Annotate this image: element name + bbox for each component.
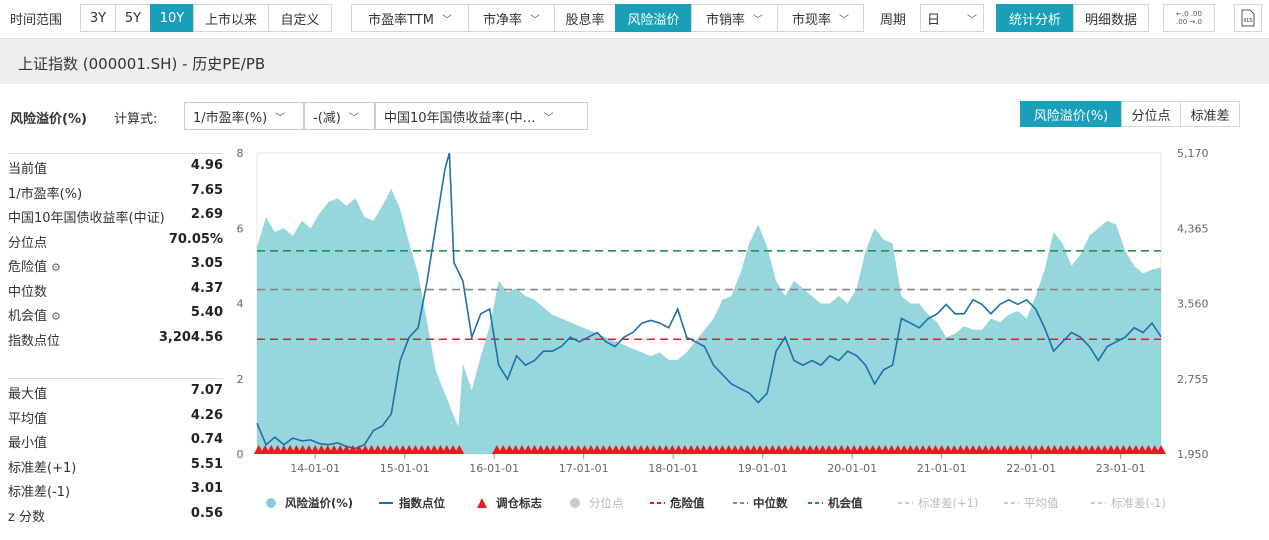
legend-label[interactable]: 调仓标志 (496, 496, 542, 510)
range-label: 时间范围 (10, 13, 63, 28)
mode-stddev-button[interactable]: 标准差 (1180, 101, 1240, 127)
x-tick-label: 18-01-01 (648, 462, 698, 475)
risk-premium-area (257, 188, 1161, 454)
range-10y-button[interactable]: 10Y (150, 4, 194, 32)
chevron-down-icon: ﹀ (348, 112, 359, 124)
svg-text:XLS: XLS (1243, 18, 1252, 24)
formula-label: 计算式: (114, 112, 158, 127)
legend-label[interactable]: 风险溢价(%) (285, 496, 353, 510)
mode-risk-premium-button[interactable]: 风险溢价(%) (1020, 101, 1122, 127)
metric-dividend-button[interactable]: 股息率 (554, 4, 616, 32)
x-tick-label: 15-01-01 (380, 462, 430, 475)
metric-label: 风险溢价(%) (10, 112, 87, 127)
operand2-value: 中国10年国债收益率(中… (384, 110, 536, 126)
operand2-select[interactable]: 中国10年国债收益率(中… ﹀ (375, 102, 588, 130)
chevron-down-icon: ﹀ (543, 112, 554, 124)
excel-export-icon[interactable]: XLS (1234, 4, 1262, 32)
stats-analysis-button[interactable]: 统计分析 (996, 4, 1074, 32)
chevron-down-icon: ﹀ (967, 14, 977, 26)
chevron-down-icon: ﹀ (839, 14, 849, 26)
y-right-tick-label: 1,950 (1177, 448, 1209, 461)
metric-pe-ttm-button[interactable]: 市盈率TTM ﹀ (351, 4, 469, 32)
legend-label[interactable]: 中位数 (753, 496, 788, 510)
metric-ps-button[interactable]: 市销率 ﹀ (691, 4, 778, 32)
period-select[interactable]: 日 ﹀ (920, 4, 984, 32)
range-since-listing-button[interactable]: 上市以来 (193, 4, 269, 32)
x-tick-label: 14-01-01 (290, 462, 340, 475)
legend-label[interactable]: 危险值 (669, 496, 705, 510)
mode-percentile-button[interactable]: 分位点 (1121, 101, 1181, 127)
metric-pcf-label: 市现率 (791, 12, 831, 28)
metric-pcf-button[interactable]: 市现率 ﹀ (777, 4, 864, 32)
page-title: 上证指数 (000001.SH) - 历史PE/PB (18, 55, 266, 73)
x-tick-label: 22-01-01 (1006, 462, 1056, 475)
x-tick-label: 23-01-01 (1096, 462, 1146, 475)
range-button-group: 3Y 5Y 10Y 上市以来 自定义 (80, 4, 332, 32)
legend-marker-circle (266, 498, 276, 508)
toolbar: 时间范围 3Y 5Y 10Y 上市以来 自定义 市盈率TTM ﹀ 市净率 ﹀ 股息率… (0, 0, 1269, 38)
x-tick-label: 21-01-01 (917, 462, 967, 475)
range-3y-button[interactable]: 3Y (80, 4, 116, 32)
metric-pb-button[interactable]: 市净率 ﹀ (468, 4, 555, 32)
y-right-tick-label: 3,560 (1177, 298, 1209, 311)
view-button-group: 统计分析 明细数据 (996, 4, 1149, 32)
legend-label[interactable]: 标准差(+1) (918, 496, 978, 510)
legend-label[interactable]: 指数点位 (399, 496, 445, 510)
x-tick-label: 19-01-01 (738, 462, 788, 475)
y-right-tick-label: 5,170 (1177, 147, 1209, 160)
legend-marker-circle (570, 498, 580, 508)
x-tick-label: 16-01-01 (469, 462, 519, 475)
mode-button-group: 风险溢价(%) 分位点 标准差 (1020, 101, 1240, 127)
period-label: 周期 (880, 13, 907, 28)
x-tick-label: 20-01-01 (827, 462, 877, 475)
y-right-tick-label: 2,755 (1177, 373, 1209, 386)
y-left-tick-label: 2 (237, 373, 244, 386)
chevron-down-icon: ﹀ (530, 14, 540, 26)
range-custom-button[interactable]: 自定义 (268, 4, 332, 32)
y-left-tick-label: 6 (237, 222, 244, 235)
legend-label[interactable]: 标准差(-1) (1111, 496, 1166, 510)
operator-value: -(减) (313, 110, 341, 126)
period-select-group: 日 ﹀ (920, 4, 984, 32)
range-5y-button[interactable]: 5Y (115, 4, 151, 32)
title-bar: 上证指数 (000001.SH) - 历史PE/PB (0, 38, 1269, 84)
excel-file-icon: XLS (1241, 9, 1255, 27)
decimal-toggle-icon[interactable]: ←.0 .00.00 →.0 (1163, 4, 1215, 32)
chevron-down-icon: ﹀ (441, 14, 452, 26)
operand1-value: 1/市盈率(%) (193, 110, 268, 126)
y-right-tick-label: 4,365 (1177, 222, 1209, 235)
legend-marker-triangle (477, 498, 487, 508)
y-left-tick-label: 0 (237, 448, 244, 461)
metric-button-group: 市盈率TTM ﹀ 市净率 ﹀ 股息率 风险溢价 市销率 ﹀ 市现率 ﹀ (351, 4, 864, 32)
metric-pe-ttm-label: 市盈率TTM (368, 12, 434, 28)
x-tick-label: 17-01-01 (559, 462, 609, 475)
detail-data-button[interactable]: 明细数据 (1073, 4, 1149, 32)
legend-label[interactable]: 机会值 (828, 496, 863, 510)
legend-label[interactable]: 平均值 (1024, 496, 1059, 510)
y-left-tick-label: 4 (237, 298, 244, 311)
chevron-down-icon: ﹀ (275, 112, 286, 124)
metric-ps-label: 市销率 (705, 12, 745, 28)
chevron-down-icon: ﹀ (753, 14, 763, 26)
legend-label[interactable]: 分位点 (589, 496, 624, 510)
period-value: 日 (927, 12, 941, 28)
risk-premium-chart: 0 2 4 6 8 1,950 2,755 3,560 4,365 5,170 14-01-01 15… (237, 147, 1209, 510)
operator-select[interactable]: -(减) ﹀ (304, 102, 375, 130)
metric-pb-label: 市净率 (482, 12, 522, 28)
y-left-tick-label: 8 (237, 147, 244, 160)
metric-risk-premium-button[interactable]: 风险溢价 (615, 4, 692, 32)
operand1-select[interactable]: 1/市盈率(%) ﹀ (184, 102, 304, 130)
